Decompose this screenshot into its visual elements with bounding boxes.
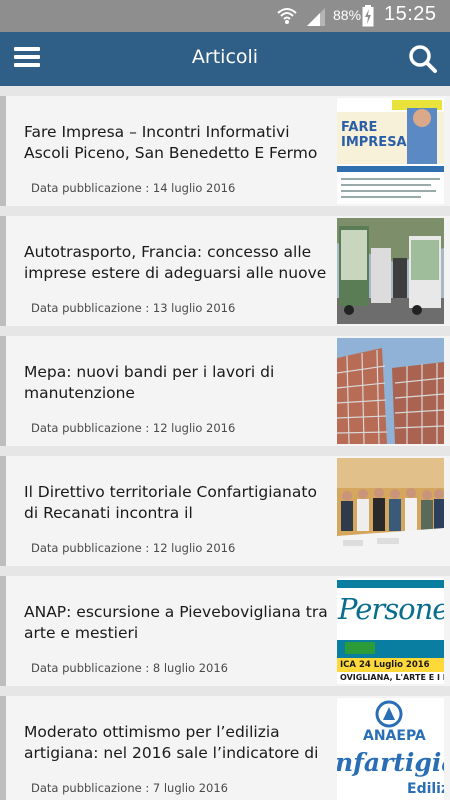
article-title: Il Direttivo territoriale Confartigianat… (24, 483, 317, 522)
battery-charging-icon (362, 5, 374, 27)
article-title: Mepa: nuovi bandi per i lavori di manute… (24, 363, 275, 402)
article-date: Data pubblicazione : 13 luglio 2016 (31, 301, 236, 315)
app-bar: Articoli (0, 32, 450, 86)
battery-percent: 88% (333, 7, 362, 23)
article-thumbnail[interactable]: ANAEPA nfartigian Ediliz (337, 698, 444, 800)
article-title: Autotrasporto, Francia: concesso alle im… (24, 243, 327, 282)
thumbnail-caption: Ediliz (407, 781, 444, 797)
wifi-icon (277, 8, 297, 24)
article-thumbnail[interactable] (337, 458, 444, 564)
article-title: Fare Impresa – Incontri Informativi Asco… (24, 123, 318, 162)
thumbnail-text: ANAEPA (363, 728, 426, 744)
article-card[interactable]: Mepa: nuovi bandi per i lavori di manute… (0, 336, 450, 446)
thumbnail-caption: OVIGLIANA, L'ARTE E I ME (340, 673, 444, 682)
article-card[interactable]: Il Direttivo territoriale Confartigianat… (0, 456, 450, 566)
article-date: Data pubblicazione : 14 luglio 2016 (31, 181, 236, 195)
article-title: Moderato ottimismo per l’edilizia artigi… (24, 723, 319, 762)
article-title: ANAP: escursione a Pievebovigliana tra a… (24, 603, 328, 642)
article-date: Data pubblicazione : 12 luglio 2016 (31, 421, 236, 435)
page-title: Articoli (191, 46, 259, 68)
article-list: Fare Impresa – Incontri Informativi Asco… (0, 96, 450, 800)
article-card[interactable]: Fare Impresa – Incontri Informativi Asco… (0, 96, 450, 206)
thumbnail-caption: ICA 24 Luglio 2016 (340, 660, 430, 670)
article-card[interactable]: Moderato ottimismo per l’edilizia artigi… (0, 696, 450, 800)
thumbnail-text: FARE IMPRESA (341, 120, 407, 150)
search-icon[interactable] (408, 44, 438, 74)
article-date: Data pubblicazione : 8 luglio 2016 (31, 661, 228, 675)
thumbnail-caption: nfartigian (337, 748, 444, 777)
article-thumbnail[interactable] (337, 218, 444, 324)
article-card[interactable]: Autotrasporto, Francia: concesso alle im… (0, 216, 450, 326)
article-date: Data pubblicazione : 7 luglio 2016 (31, 781, 228, 795)
status-bar: 88% 15:25 (0, 0, 450, 32)
article-thumbnail[interactable]: FARE IMPRESA (337, 98, 444, 204)
article-date: Data pubblicazione : 12 luglio 2016 (31, 541, 236, 555)
article-thumbnail[interactable]: Persone ICA 24 Luglio 2016 OVIGLIANA, L'… (337, 578, 444, 684)
article-thumbnail[interactable] (337, 338, 444, 444)
article-card[interactable]: ANAP: escursione a Pievebovigliana tra a… (0, 576, 450, 686)
thumbnail-text: Persone (338, 592, 444, 626)
signal-icon (307, 8, 325, 26)
status-clock: 15:25 (384, 3, 437, 25)
